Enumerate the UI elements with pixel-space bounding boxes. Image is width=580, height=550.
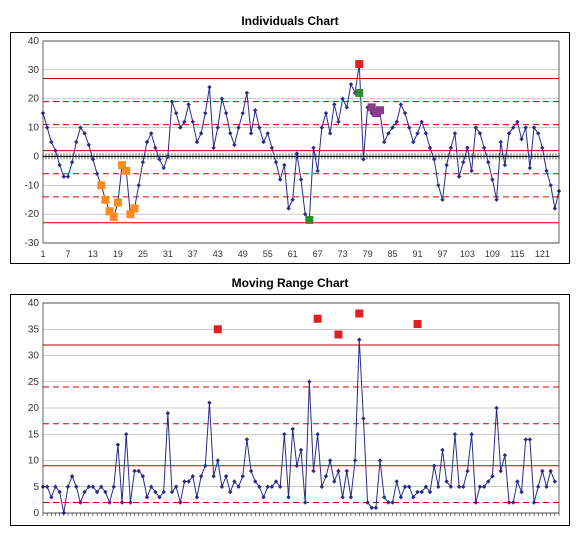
svg-text:-20: -20 [25,209,40,220]
svg-text:25: 25 [138,249,148,259]
svg-text:7: 7 [65,249,70,259]
svg-text:19: 19 [113,249,123,259]
svg-text:25: 25 [28,377,40,388]
svg-text:-10: -10 [25,180,40,191]
svg-text:40: 40 [28,36,40,47]
moving-range-chart-title: Moving Range Chart [10,276,570,290]
svg-text:35: 35 [28,324,40,335]
svg-text:0: 0 [33,151,39,162]
svg-text:-30: -30 [25,238,40,249]
svg-text:15: 15 [28,429,40,440]
svg-text:91: 91 [413,249,423,259]
svg-text:109: 109 [485,249,500,259]
svg-text:31: 31 [163,249,173,259]
svg-text:5: 5 [33,482,39,493]
svg-text:37: 37 [188,249,198,259]
svg-text:0: 0 [33,508,39,519]
svg-text:121: 121 [535,249,550,259]
svg-text:115: 115 [510,249,524,259]
svg-text:49: 49 [238,249,248,259]
svg-text:67: 67 [313,249,323,259]
svg-text:85: 85 [388,249,398,259]
svg-text:10: 10 [28,123,40,134]
svg-text:97: 97 [437,249,447,259]
svg-text:79: 79 [363,249,373,259]
svg-text:61: 61 [288,249,298,259]
individuals-chart-title: Individuals Chart [10,14,570,28]
svg-text:13: 13 [88,249,98,259]
svg-text:73: 73 [338,249,348,259]
svg-text:30: 30 [28,351,40,362]
svg-text:1: 1 [40,249,45,259]
svg-text:43: 43 [213,249,223,259]
individuals-chart: -30 -20 -10 0 10 20 30 40 1 7 13 19 25 31 37 43 49 55 61 67… [10,32,570,264]
svg-text:20: 20 [28,94,40,105]
svg-text:40: 40 [28,298,40,309]
svg-text:30: 30 [28,65,40,76]
svg-text:55: 55 [263,249,273,259]
moving-range-chart: 0 5 10 15 20 25 30 35 40 [10,294,570,526]
svg-text:10: 10 [28,456,40,467]
svg-text:103: 103 [460,249,475,259]
svg-text:20: 20 [28,403,40,414]
